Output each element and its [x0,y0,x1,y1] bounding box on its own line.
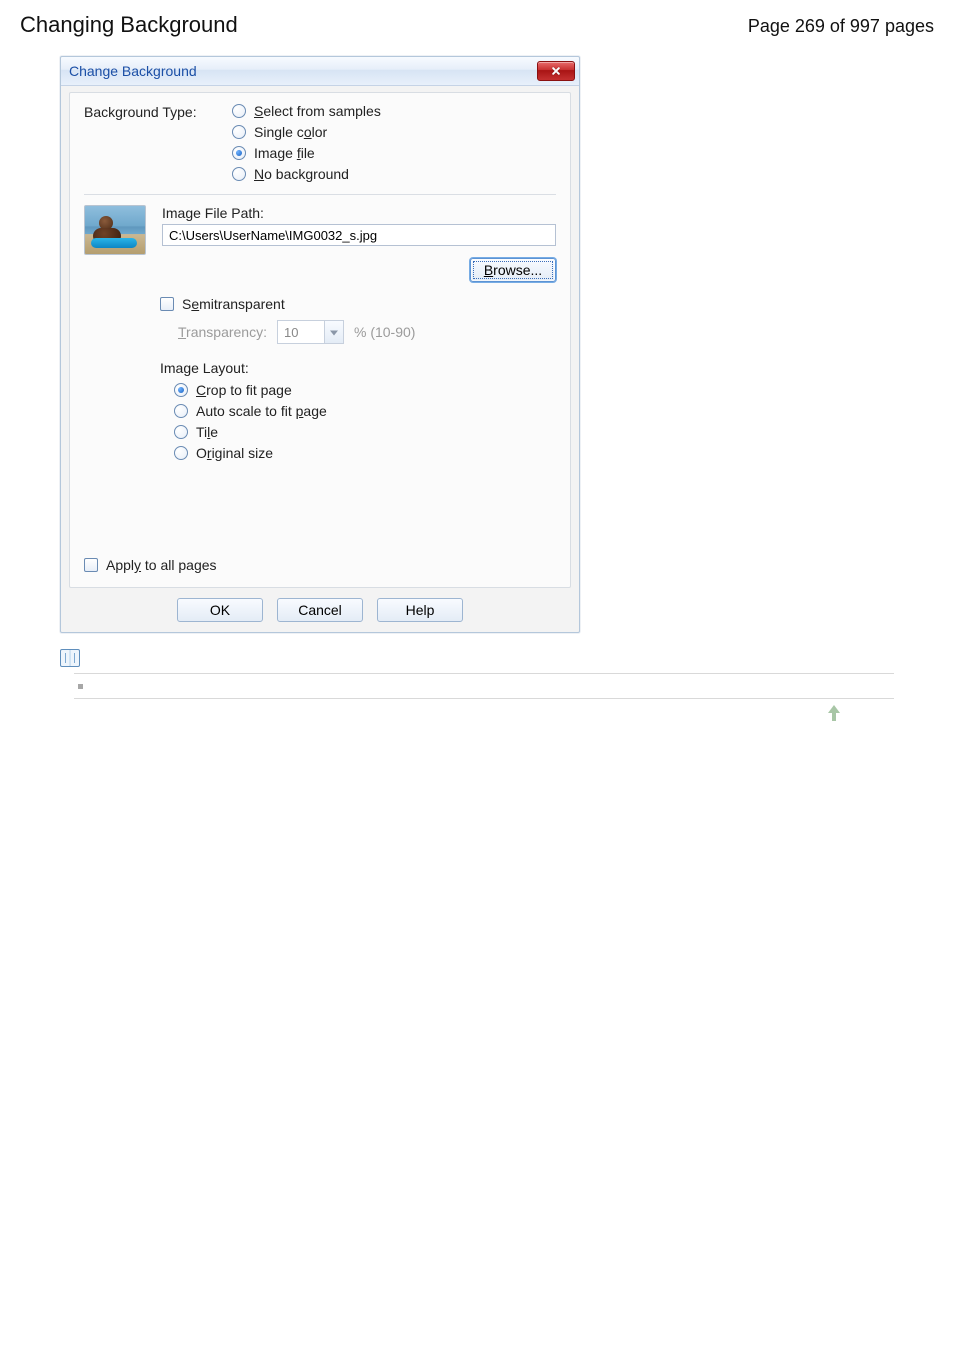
radio-auto-scale-label: Auto scale to fit page [196,403,327,419]
file-path-input[interactable] [162,224,556,246]
apply-to-all-pages-row[interactable]: Apply to all pages [84,557,217,573]
dialog-panel: Background Type: Select from samples Sin… [69,92,571,588]
apply-to-all-pages-checkbox[interactable] [84,558,98,572]
radio-single-color-label: Single color [254,124,327,140]
image-layout-group: Crop to fit page Auto scale to fit page … [174,382,556,461]
radio-original-size[interactable]: Original size [174,445,556,461]
radio-select-from-samples-label: Select from samples [254,103,381,119]
book-icon[interactable] [60,649,80,667]
cancel-button[interactable]: Cancel [277,598,363,622]
radio-crop-to-fit-input[interactable] [174,383,188,397]
ok-button[interactable]: OK [177,598,263,622]
radio-tile-label: Tile [196,424,218,440]
background-type-group: Select from samples Single color Image f… [232,103,381,182]
page-top-icon[interactable] [826,705,842,723]
close-icon [538,62,574,80]
radio-no-background-input[interactable] [232,167,246,181]
dialog-titlebar: Change Background [61,57,579,86]
page-indicator: Page 269 of 997 pages [748,16,934,37]
radio-single-color-input[interactable] [232,125,246,139]
radio-image-file-input[interactable] [232,146,246,160]
background-type-label: Background Type: [84,103,204,182]
transparency-label: Transparency: [178,324,267,340]
radio-original-size-label: Original size [196,445,273,461]
chevron-down-icon [324,320,344,344]
semitransparent-label: Semitransparent [182,296,285,312]
dialog-button-row: OK Cancel Help [69,598,571,622]
change-background-dialog: Change Background Background Type: Selec… [60,56,580,633]
radio-image-file-label: Image file [254,145,315,161]
transparency-row: Transparency: % (10-90) [178,320,556,344]
page-title: Changing Background [20,12,238,38]
divider [84,194,556,195]
radio-select-from-samples-input[interactable] [232,104,246,118]
radio-select-from-samples[interactable]: Select from samples [232,103,381,119]
transparency-spinner [277,320,344,344]
radio-single-color[interactable]: Single color [232,124,381,140]
preview-thumbnail [84,205,146,255]
image-layout-label: Image Layout: [160,360,556,376]
radio-tile[interactable]: Tile [174,424,556,440]
transparency-suffix: % (10-90) [354,324,415,340]
radio-auto-scale[interactable]: Auto scale to fit page [174,403,556,419]
browse-button[interactable]: Browse... [470,258,556,282]
semitransparent-checkbox[interactable] [160,297,174,311]
dialog-title: Change Background [69,57,197,85]
close-button[interactable] [537,61,575,81]
help-button[interactable]: Help [377,598,463,622]
radio-auto-scale-input[interactable] [174,404,188,418]
radio-crop-to-fit-label: Crop to fit page [196,382,292,398]
radio-crop-to-fit[interactable]: Crop to fit page [174,382,556,398]
radio-image-file[interactable]: Image file [232,145,381,161]
semitransparent-checkbox-row[interactable]: Semitransparent [160,296,556,312]
radio-no-background-label: No background [254,166,349,182]
radio-original-size-input[interactable] [174,446,188,460]
file-path-label: Image File Path: [162,205,556,221]
bullet-icon [78,684,83,689]
page-header: Changing Background Page 269 of 997 page… [20,12,934,38]
divider [74,673,894,674]
transparency-input [277,320,324,344]
radio-no-background[interactable]: No background [232,166,381,182]
apply-to-all-pages-label: Apply to all pages [106,557,217,573]
radio-tile-input[interactable] [174,425,188,439]
